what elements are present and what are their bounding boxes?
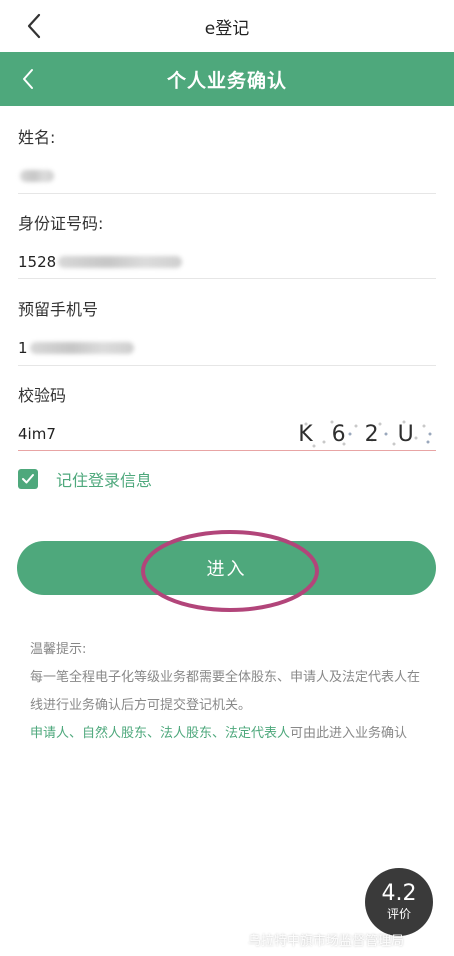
back-button[interactable] bbox=[10, 61, 46, 97]
enter-button[interactable]: 进入 bbox=[17, 541, 436, 595]
captcha-value: 4im7 bbox=[18, 425, 56, 443]
tips-title: 温馨提示: bbox=[30, 642, 87, 657]
redacted-id-number bbox=[58, 256, 183, 268]
tips-highlight: 申请人、自然人股东、法人股东、法定代表人 bbox=[30, 726, 291, 741]
remember-checkbox[interactable] bbox=[18, 469, 38, 489]
phone-prefix: 1 bbox=[18, 339, 28, 357]
remember-login-option[interactable]: 记住登录信息 bbox=[18, 467, 152, 491]
remember-label: 记住登录信息 bbox=[56, 471, 153, 490]
tips-note: 申请人、自然人股东、法人股东、法定代表人可由此进入业务确认 bbox=[30, 720, 425, 748]
captcha-input[interactable]: 4im7 bbox=[18, 424, 56, 444]
page-title: 个人业务确认 bbox=[166, 69, 287, 92]
watermark: 乌拉特中旗市场监督管理局 bbox=[248, 934, 405, 949]
id-number-label: 身份证号码: bbox=[18, 214, 104, 233]
rating-badge[interactable]: 4.2 评价 bbox=[365, 868, 433, 936]
id-number-prefix: 1528 bbox=[18, 253, 57, 271]
captcha-image[interactable]: K 6 2 U bbox=[284, 416, 434, 450]
tips-text: 每一笔全程电子化等级业务都需要全体股东、申请人及法定代表人在线进行业务确认后方可… bbox=[30, 670, 421, 713]
system-back-button[interactable] bbox=[16, 8, 52, 44]
redacted-name bbox=[20, 170, 54, 182]
divider bbox=[18, 278, 436, 279]
chevron-left-icon bbox=[23, 69, 33, 89]
captcha-divider bbox=[18, 450, 436, 451]
phone-field[interactable]: 1 bbox=[18, 338, 134, 358]
tips-note-rest: 可由此进入业务确认 bbox=[290, 726, 408, 741]
id-number-field[interactable]: 1528 bbox=[18, 252, 183, 272]
name-field[interactable] bbox=[18, 166, 54, 186]
system-nav-bar: e登记 bbox=[0, 0, 454, 52]
checkmark-icon bbox=[22, 474, 34, 484]
captcha-image-text: K 6 2 U bbox=[298, 422, 420, 447]
captcha-image-graphic: K 6 2 U bbox=[298, 420, 432, 448]
captcha-label: 校验码 bbox=[18, 386, 67, 405]
chevron-left-icon bbox=[27, 13, 41, 39]
system-title: e登记 bbox=[204, 18, 250, 39]
divider bbox=[18, 193, 436, 194]
redacted-phone bbox=[29, 342, 134, 354]
phone-label: 预留手机号 bbox=[18, 300, 99, 319]
tips-section: 温馨提示: 每一笔全程电子化等级业务都需要全体股东、申请人及法定代表人在线进行业… bbox=[30, 636, 425, 748]
page-header: 个人业务确认 bbox=[0, 52, 454, 106]
name-label: 姓名: bbox=[18, 128, 56, 147]
rating-label: 评价 bbox=[386, 907, 411, 921]
divider bbox=[18, 365, 436, 366]
rating-score: 4.2 bbox=[381, 881, 417, 906]
